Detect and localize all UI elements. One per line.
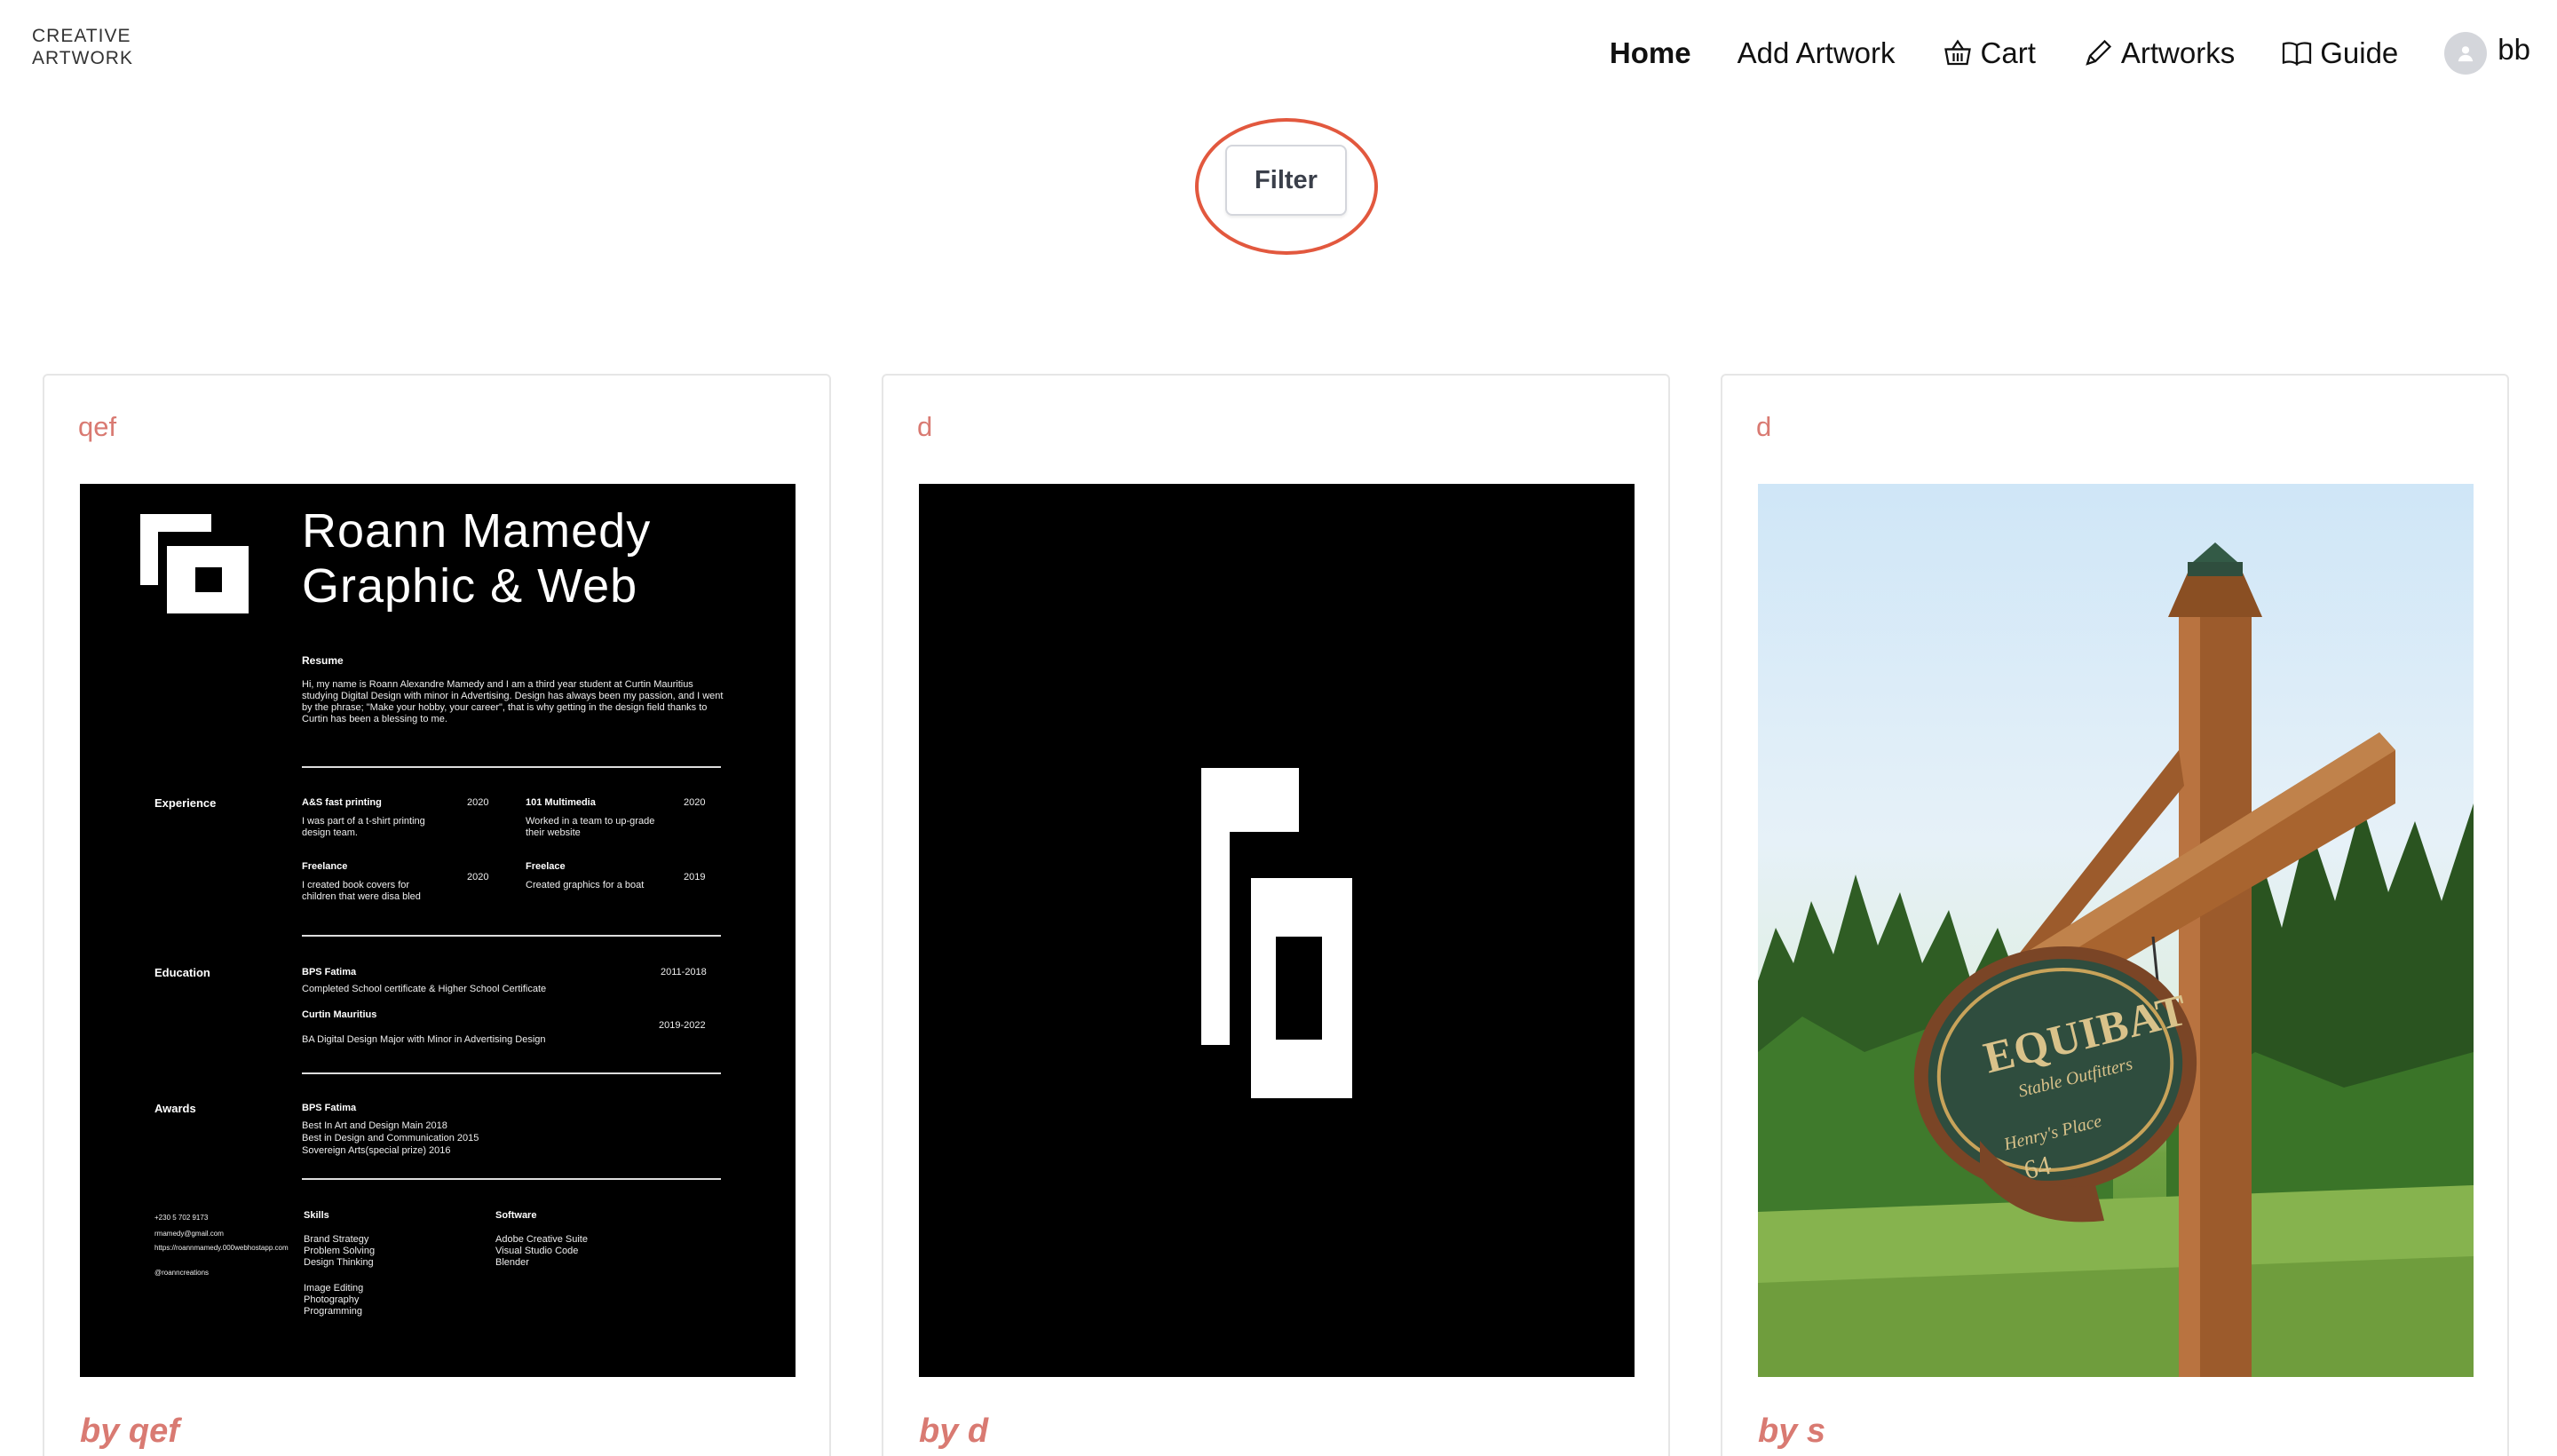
divider [302, 1072, 721, 1074]
exp2-title: 101 Multimedia [526, 797, 596, 808]
sign-photo [1758, 542, 2474, 1377]
card-title[interactable]: qef [78, 411, 116, 443]
pencil-icon [2086, 39, 2111, 66]
basket-icon [1943, 39, 1971, 66]
user-icon [2458, 46, 2474, 62]
award-2: Best in Design and Communication 2015 [302, 1133, 479, 1143]
artwork-card[interactable]: qef Roann Mamedy Graphic & Web Resume Hi… [43, 374, 831, 1456]
nav-guide[interactable]: Guide [2281, 36, 2398, 70]
skill-4: Image Editing [304, 1283, 364, 1294]
software-2: Visual Studio Code [495, 1246, 579, 1256]
photo-artwork: EQUIBAT Stable Outfitters Henry's Place … [1758, 484, 2474, 1377]
software-3: Blender [495, 1257, 529, 1268]
award-title: BPS Fatima [302, 1103, 357, 1113]
nav-artworks[interactable]: Artworks [2082, 36, 2235, 70]
artwork-image[interactable] [919, 484, 1635, 1377]
avatar [2444, 32, 2488, 75]
skill-3: Design Thinking [304, 1257, 374, 1268]
nav-home[interactable]: Home [1610, 36, 1691, 70]
resume-text: Hi, my name is Roann Alexandre Mamedy an… [302, 679, 724, 724]
main-nav: Home Add Artwork Cart Artworks Guide bb [1563, 27, 2530, 80]
contact-web: https://roannmamedy.000webhostapp.com [154, 1244, 289, 1252]
user-name: bb [2498, 33, 2530, 66]
nav-home-label: Home [1609, 36, 1691, 69]
nav-cart[interactable]: Cart [1942, 36, 2036, 70]
skill-6: Programming [304, 1306, 363, 1317]
exp3-text: I created book covers for children that … [302, 880, 421, 902]
exp4-title: Freelace [526, 861, 566, 872]
software-1: Adobe Creative Suite [495, 1234, 588, 1245]
nav-add-artwork-label: Add Artwork [1737, 36, 1896, 69]
nav-guide-label: Guide [2320, 36, 2399, 69]
contact-social: @roanncreations [154, 1269, 210, 1277]
card-title[interactable]: d [917, 411, 932, 443]
skill-5: Photography [304, 1294, 360, 1305]
contact-email: rmamedy@gmail.com [154, 1230, 224, 1238]
brand-line-2: ARTWORK [32, 48, 133, 68]
logo-artwork [919, 484, 1635, 1377]
award-1: Best In Art and Design Main 2018 [302, 1120, 447, 1131]
education-label: Education [154, 966, 210, 979]
artwork-image[interactable]: EQUIBAT Stable Outfitters Henry's Place … [1758, 484, 2474, 1377]
award-3: Sovereign Arts(special prize) 2016 [302, 1145, 451, 1156]
brand-line-1: CREATIVE [32, 26, 131, 46]
filter-button[interactable]: Filter [1225, 145, 1347, 216]
edu1-title: BPS Fatima [302, 967, 357, 977]
exp4-text: Created graphics for a boat [526, 880, 645, 890]
nav-artworks-label: Artworks [2120, 36, 2236, 69]
artwork-card[interactable]: d by d [882, 374, 1670, 1456]
exp4-year: 2019 [684, 872, 706, 882]
skill-2: Problem Solving [304, 1246, 376, 1256]
resume-name-line2: Graphic & Web [302, 559, 638, 613]
rm-logo-icon [1201, 768, 1352, 1098]
exp3-title: Freelance [302, 861, 348, 872]
resume-label: Resume [302, 654, 344, 667]
user-menu[interactable]: bb [2444, 32, 2530, 75]
edu2-text: BA Digital Design Major with Minor in Ad… [302, 1034, 546, 1045]
contact-phone: +230 5 702 9173 [154, 1214, 209, 1222]
experience-label: Experience [154, 796, 217, 810]
resume-name-line1: Roann Mamedy [302, 504, 652, 558]
edu1-year: 2011-2018 [661, 967, 707, 977]
software-label: Software [495, 1210, 537, 1221]
artwork-card[interactable]: d EQUIBAT Stable Outfitters Henry's Plac… [1721, 374, 2509, 1456]
nav-add-artwork[interactable]: Add Artwork [1738, 36, 1896, 70]
divider [302, 766, 721, 768]
exp1-title: A&S fast printing [302, 797, 382, 808]
edu2-title: Curtin Mauritius [302, 1009, 377, 1020]
card-author[interactable]: by d [919, 1412, 988, 1451]
exp1-year: 2020 [467, 797, 489, 808]
nav-cart-label: Cart [1980, 36, 2036, 69]
skills-label: Skills [304, 1210, 329, 1221]
divider [302, 935, 721, 937]
awards-label: Awards [154, 1102, 196, 1115]
exp1-text: I was part of a t-shirt printing design … [302, 816, 425, 838]
card-author[interactable]: by qef [80, 1412, 179, 1451]
card-author[interactable]: by s [1758, 1412, 1825, 1451]
rm-logo-icon [140, 514, 249, 613]
exp2-year: 2020 [684, 797, 706, 808]
resume-name: Roann Mamedy Graphic & Web [302, 503, 651, 613]
resume-artwork: Roann Mamedy Graphic & Web Resume Hi, my… [80, 484, 796, 1377]
edu1-text: Completed School certificate & Higher Sc… [302, 984, 547, 994]
skill-1: Brand Strategy [304, 1234, 369, 1245]
brand-logo[interactable]: CREATIVE ARTWORK [32, 25, 133, 69]
exp3-year: 2020 [467, 872, 489, 882]
card-title[interactable]: d [1756, 411, 1771, 443]
divider [302, 1178, 721, 1180]
artwork-image[interactable]: Roann Mamedy Graphic & Web Resume Hi, my… [80, 484, 796, 1377]
edu2-year: 2019-2022 [659, 1020, 706, 1031]
exp2-text: Worked in a team to up-grade their websi… [526, 816, 655, 838]
book-icon [2283, 42, 2312, 67]
